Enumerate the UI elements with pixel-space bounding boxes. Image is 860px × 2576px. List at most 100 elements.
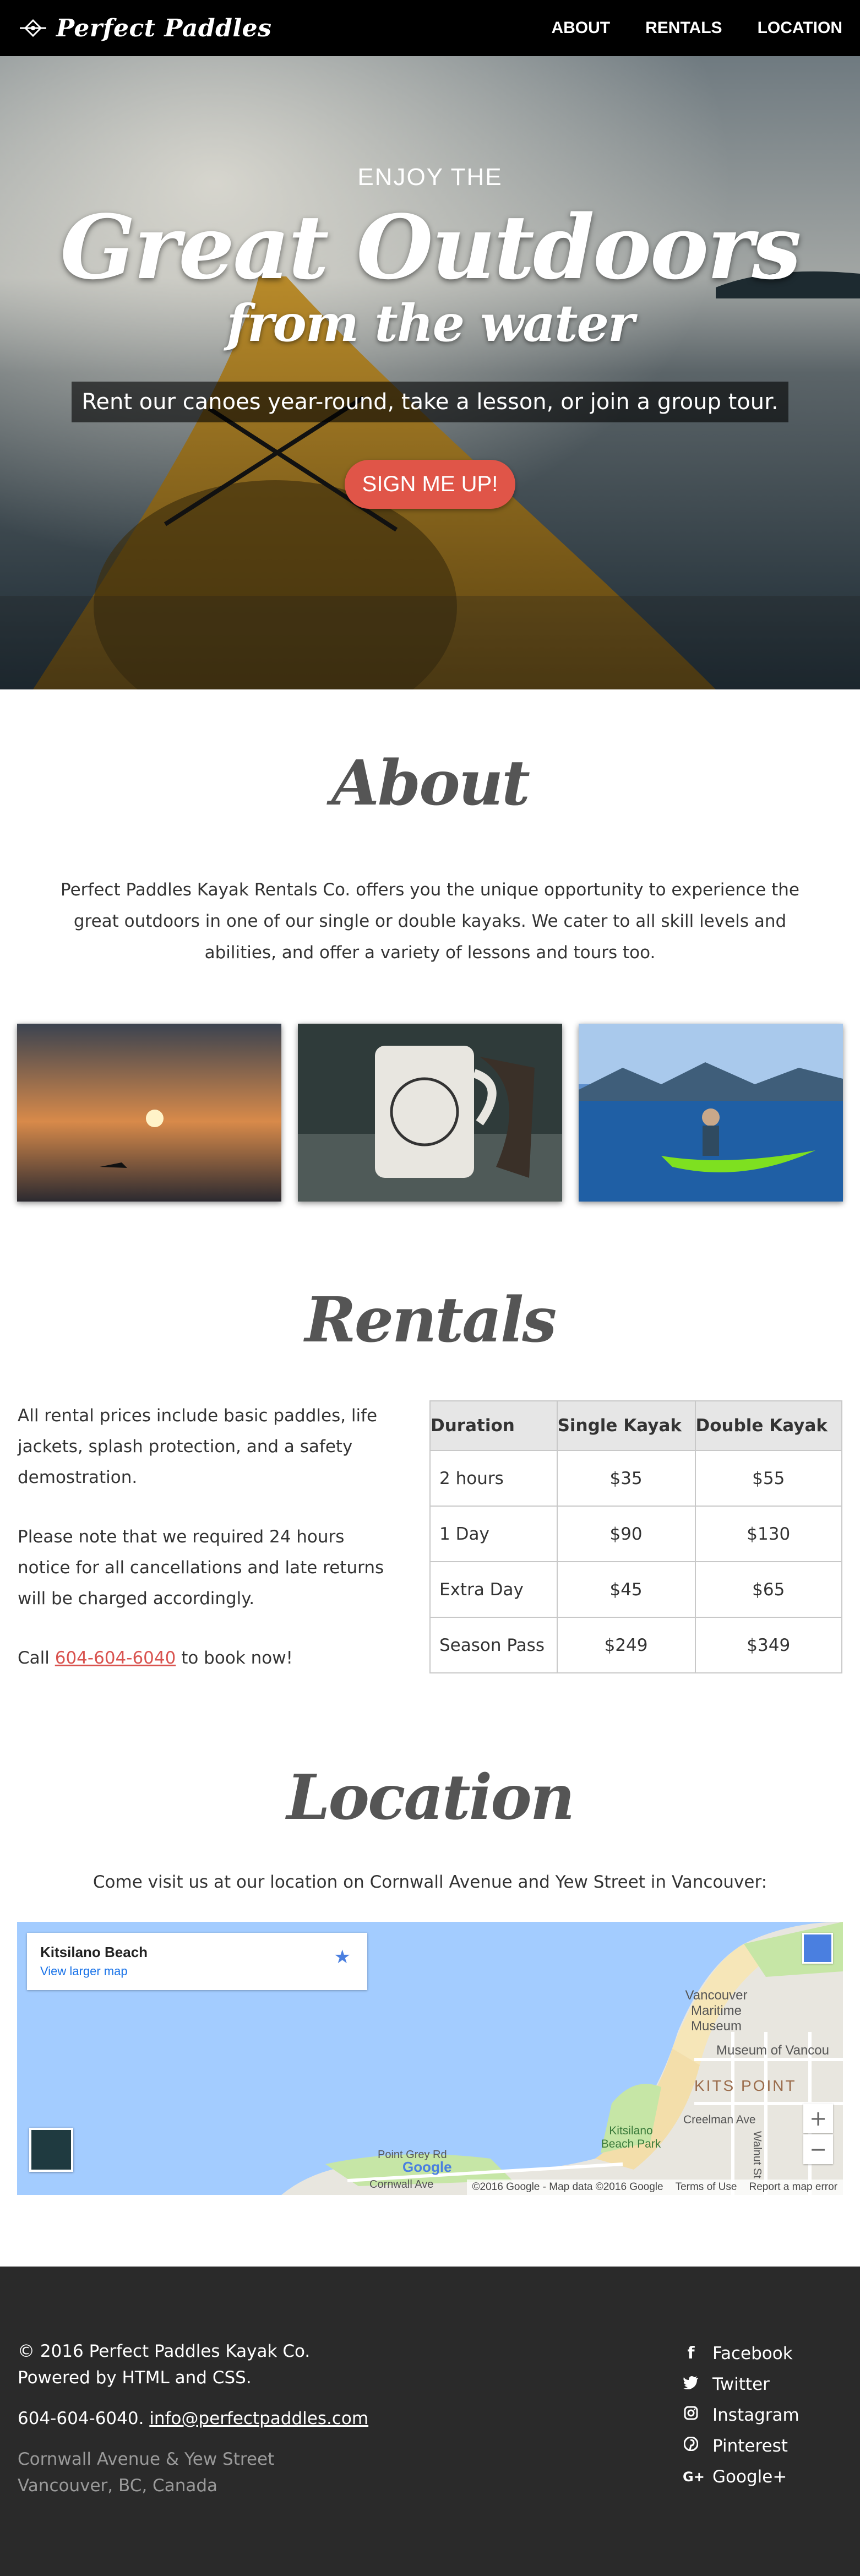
social-link-twitter[interactable]: Twitter xyxy=(683,2369,842,2400)
location-section: Location Come visit us at our location o… xyxy=(0,1673,860,2195)
location-text: Come visit us at our location on Cornwal… xyxy=(92,1872,768,1892)
rentals-paragraph-1: All rental prices include basic paddles,… xyxy=(18,1406,378,1487)
table-row: 2 hours $35 $55 xyxy=(429,1450,843,1507)
social-link-facebook[interactable]: f Facebook xyxy=(683,2338,842,2369)
hero-title: Great Outdoors xyxy=(60,195,801,299)
footer-phone: 604-604-6040. xyxy=(18,2409,150,2428)
table-cell: $55 xyxy=(694,1450,843,1507)
rentals-title: Rentals xyxy=(304,1284,557,1356)
street-view-pegman-icon[interactable] xyxy=(802,1933,833,1964)
nav-link-rentals[interactable]: RENTALS xyxy=(645,19,722,37)
map-attribution: ©2016 Google - Map data ©2016 Google Ter… xyxy=(466,2180,843,2195)
price-table: Duration Single Kayak Double Kayak 2 hou… xyxy=(429,1400,843,1673)
rentals-paragraph-2: Please note that we required 24 hours no… xyxy=(18,1527,384,1608)
social-label: Twitter xyxy=(712,2374,770,2394)
map-label-walnut-st: Walnut St xyxy=(751,2131,763,2178)
google-logo: Google xyxy=(402,2159,452,2175)
nav-links: ABOUT RENTALS LOCATION xyxy=(551,19,842,37)
terms-of-use-link[interactable]: Terms of Use xyxy=(676,2181,737,2193)
table-row: Extra Day $45 $65 xyxy=(429,1561,843,1618)
footer-email-link[interactable]: info@perfectpaddles.com xyxy=(149,2409,368,2428)
social-label: Instagram xyxy=(712,2405,799,2425)
location-title: Location xyxy=(286,1762,575,1834)
paddle-logo-icon xyxy=(20,19,46,37)
map-place-name: Kitsilano Beach xyxy=(40,1944,148,1960)
social-link-instagram[interactable]: Instagram xyxy=(683,2400,842,2431)
table-cell: $45 xyxy=(556,1561,696,1618)
brand-name: Perfect Paddles xyxy=(56,14,272,42)
table-cell: Extra Day xyxy=(429,1561,558,1618)
about-section: About Perfect Paddles Kayak Rentals Co. … xyxy=(0,689,860,1202)
footer-info: © 2016 Perfect Paddles Kayak Co. Powered… xyxy=(18,2338,368,2576)
about-title: About xyxy=(331,747,530,819)
table-cell: $65 xyxy=(694,1561,843,1618)
table-header-row: Duration Single Kayak Double Kayak xyxy=(429,1400,843,1451)
call-suffix: to book now! xyxy=(176,1648,293,1668)
instagram-icon xyxy=(683,2400,699,2431)
top-nav: Perfect Paddles ABOUT RENTALS LOCATION xyxy=(0,0,860,56)
table-cell: $35 xyxy=(556,1450,696,1507)
rentals-call-line: Call 604-604-6040 to book now! xyxy=(18,1643,392,1673)
footer: © 2016 Perfect Paddles Kayak Co. Powered… xyxy=(0,2267,860,2576)
map-place-card: Kitsilano Beach View larger map ★ xyxy=(27,1933,367,1990)
google-plus-icon: G+ xyxy=(683,2469,705,2485)
phone-link[interactable]: 604-604-6040 xyxy=(55,1648,176,1668)
zoom-out-button[interactable]: − xyxy=(803,2134,833,2164)
table-cell: 2 hours xyxy=(429,1450,558,1507)
map-label-cornwall-ave: Cornwall Ave xyxy=(369,2178,434,2191)
nav-link-about[interactable]: ABOUT xyxy=(551,19,610,37)
footer-contact: 604-604-6040. info@perfectpaddles.com xyxy=(18,2405,368,2432)
table-header: Duration xyxy=(429,1400,558,1451)
table-row: 1 Day $90 $130 xyxy=(429,1506,843,1562)
social-link-google-plus[interactable]: G+ Google+ xyxy=(683,2461,842,2492)
adventure-mug-photo xyxy=(298,1024,562,1202)
map-copyright: ©2016 Google - Map data ©2016 Google xyxy=(472,2181,663,2193)
sign-up-button[interactable]: SIGN ME UP! xyxy=(344,460,516,509)
hero-kicker: ENJOY THE xyxy=(357,164,503,191)
social-links: f Facebook Twitter Instagram Pinterest G… xyxy=(683,2338,842,2576)
lake-kayaker-photo xyxy=(579,1024,843,1202)
zoom-in-button[interactable]: + xyxy=(803,2104,833,2133)
social-label: Pinterest xyxy=(712,2436,788,2456)
social-link-pinterest[interactable]: Pinterest xyxy=(683,2431,842,2461)
footer-copyright: © 2016 Perfect Paddles Kayak Co. xyxy=(18,2341,311,2361)
table-header: Single Kayak xyxy=(556,1400,696,1451)
table-cell: $349 xyxy=(694,1617,843,1673)
save-star-icon[interactable]: ★ xyxy=(334,1946,351,1968)
social-label: Facebook xyxy=(712,2344,793,2363)
footer-address-line-1: Cornwall Avenue & Yew Street xyxy=(18,2449,275,2469)
map-label-creelman-ave: Creelman Ave xyxy=(683,2113,756,2126)
rentals-section: Rentals All rental prices include basic … xyxy=(0,1202,860,1673)
map-label-kits-point: KITS POINT xyxy=(694,2077,797,2094)
footer-powered: Powered by HTML and CSS. xyxy=(18,2368,252,2388)
facebook-icon: f xyxy=(687,2344,695,2363)
report-map-error-link[interactable]: Report a map error xyxy=(749,2181,837,2193)
map-label-maritime-museum: Vancouver Maritime Museum xyxy=(685,1988,748,2034)
call-prefix: Call xyxy=(18,1648,55,1668)
table-cell: 1 Day xyxy=(429,1506,558,1562)
table-row: Season Pass $249 $349 xyxy=(429,1617,843,1673)
rentals-info: All rental prices include basic paddles,… xyxy=(18,1400,392,1673)
about-text: Perfect Paddles Kayak Rentals Co. offers… xyxy=(61,880,799,963)
satellite-toggle-thumbnail[interactable] xyxy=(29,2128,73,2172)
nav-link-location[interactable]: LOCATION xyxy=(758,19,842,37)
sunset-kayak-photo xyxy=(17,1024,281,1202)
embedded-map[interactable]: Kitsilano Beach View larger map ★ Vancou… xyxy=(17,1922,843,2195)
hero-tagline: Rent our canoes year-round, take a lesso… xyxy=(72,382,788,422)
twitter-icon xyxy=(683,2369,699,2400)
brand[interactable]: Perfect Paddles xyxy=(18,13,271,44)
hero: ENJOY THE Great Outdoors from the water … xyxy=(0,56,860,689)
table-header: Double Kayak xyxy=(694,1400,843,1451)
table-cell: $249 xyxy=(556,1617,696,1673)
table-cell: Season Pass xyxy=(429,1617,558,1673)
social-label: Google+ xyxy=(712,2467,787,2487)
view-larger-map-link[interactable]: View larger map xyxy=(40,1964,354,1979)
table-cell: $130 xyxy=(694,1506,843,1562)
table-cell: $90 xyxy=(556,1506,696,1562)
pinterest-icon xyxy=(683,2431,699,2461)
map-label-museum-of-vancouver: Museum of Vancou xyxy=(716,2043,829,2058)
map-label-kitsilano-beach-park: Kitsilano Beach Park xyxy=(601,2124,661,2150)
footer-address-line-2: Vancouver, BC, Canada xyxy=(18,2476,218,2496)
hero-subtitle: from the water xyxy=(226,294,634,353)
photo-gallery xyxy=(0,1024,860,1202)
